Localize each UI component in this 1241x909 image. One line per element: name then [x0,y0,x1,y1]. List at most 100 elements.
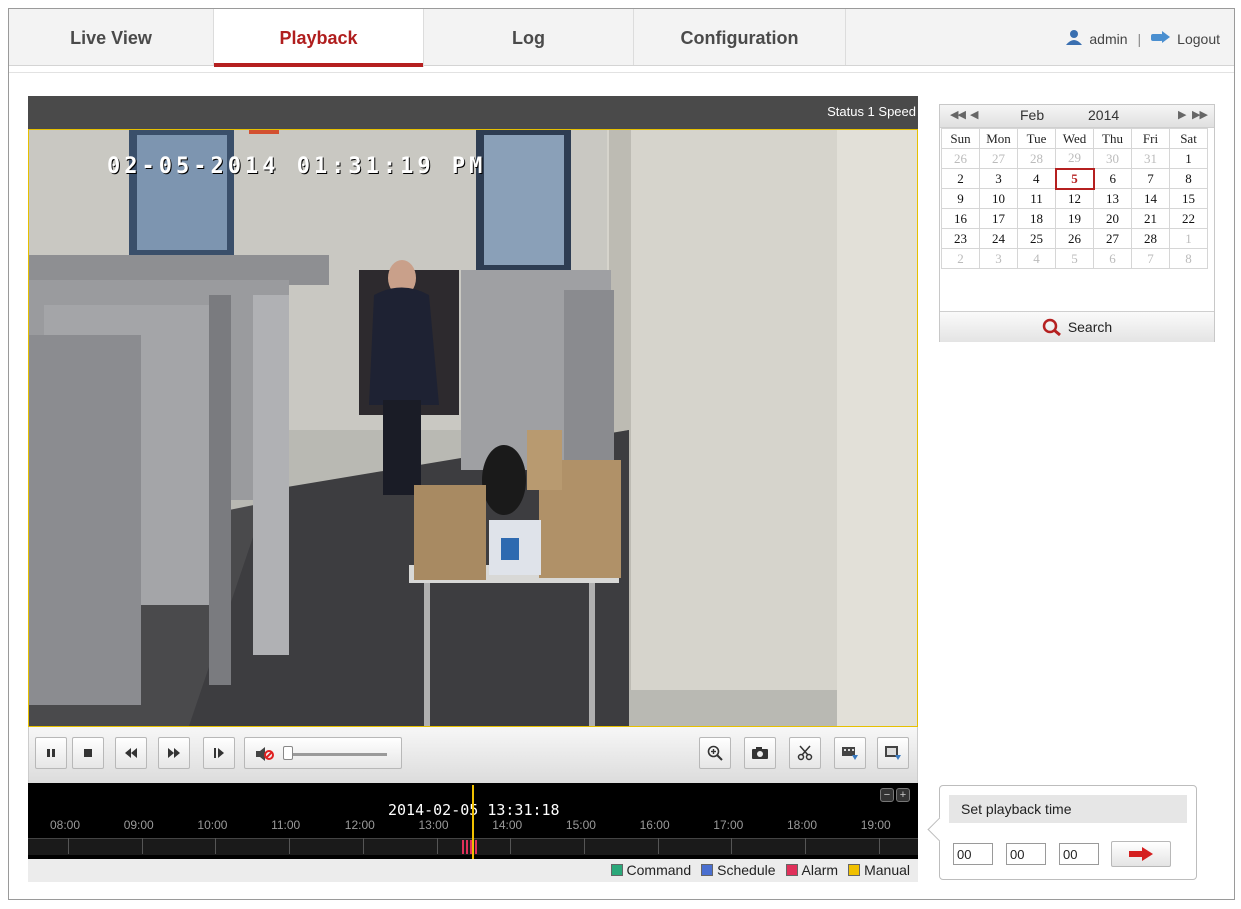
calendar-day[interactable]: 6 [1093,248,1132,269]
prev-month-icon[interactable]: ◀ [970,108,979,121]
calendar-day[interactable]: 20 [1093,208,1132,229]
pause-button[interactable] [35,737,67,769]
calendar-day[interactable]: 9 [941,188,980,209]
calendar-day[interactable]: 24 [979,228,1018,249]
calendar-grid: Sun Mon Tue Wed Thu Fri Sat 26 27 28 29 30 31 1 2 3 4 5 6 7… [941,128,1208,269]
calendar-day[interactable]: 30 [1093,148,1132,169]
single-frame-button[interactable] [203,737,235,769]
capture-button[interactable] [744,737,776,769]
calendar-day[interactable]: 1 [1169,148,1208,169]
calendar-day[interactable]: 4 [1017,168,1056,189]
search-button[interactable]: Search [940,311,1214,342]
weekday-header: Sun [941,128,980,149]
slow-forward-icon [125,748,137,758]
timeline-hour-label: 11:00 [271,818,301,832]
weekday-row: Sun Mon Tue Wed Thu Fri Sat [941,128,1208,149]
calendar-day[interactable]: 17 [979,208,1018,229]
zoom-in-icon[interactable]: + [896,788,910,802]
calendar-day[interactable]: 12 [1055,188,1094,209]
calendar-day[interactable]: 16 [941,208,980,229]
timeline-tick [68,838,69,854]
calendar-day[interactable]: 3 [979,168,1018,189]
calendar-day[interactable]: 7 [1131,168,1170,189]
capture-icon [752,747,768,759]
calendar-day[interactable]: 2 [941,168,980,189]
digital-zoom-button[interactable] [699,737,731,769]
tab-configuration[interactable]: Configuration [634,9,846,65]
header-divider [9,72,1234,73]
next-month-icon[interactable]: ▶ [1178,108,1187,121]
fast-forward-button[interactable] [158,737,190,769]
stop-icon [84,749,92,757]
calendar-day[interactable]: 4 [1017,248,1056,269]
volume-slider-handle[interactable] [283,746,293,760]
calendar-day[interactable]: 1 [1169,228,1208,249]
volume-control[interactable] [244,737,402,769]
tab-log[interactable]: Log [424,9,634,65]
clip-button[interactable] [789,737,821,769]
arrow-right-icon [1129,847,1153,861]
stop-button[interactable] [72,737,104,769]
slow-forward-button[interactable] [115,737,147,769]
osd-timestamp: 02-05-2014 01:31:19 PM [107,154,487,179]
calendar-day[interactable]: 27 [1093,228,1132,249]
pause-icon [47,749,55,757]
calendar-day[interactable]: 14 [1131,188,1170,209]
tab-live-view[interactable]: Live View [9,9,214,65]
prev-year-icon[interactable]: ◀◀ [950,108,966,121]
alarm-record-mark [475,840,477,854]
calendar-day[interactable]: 8 [1169,248,1208,269]
calendar-day[interactable]: 21 [1131,208,1170,229]
calendar-day[interactable]: 29 [1055,148,1094,169]
calendar-day[interactable]: 25 [1017,228,1056,249]
calendar-day[interactable]: 18 [1017,208,1056,229]
calendar-day[interactable]: 31 [1131,148,1170,169]
single-frame-icon [214,748,224,758]
download-picture-button[interactable] [877,737,909,769]
calendar-day[interactable]: 2 [941,248,980,269]
week-row: 26 27 28 29 30 31 1 [941,148,1208,169]
go-button[interactable] [1111,841,1171,867]
hour-input[interactable] [953,843,993,865]
logout-link[interactable]: Logout [1177,31,1220,47]
calendar-day[interactable]: 10 [979,188,1018,209]
video-header: Status 1 Speed [28,96,918,129]
calendar-day[interactable]: 5 [1055,248,1094,269]
calendar-day[interactable]: 26 [1055,228,1094,249]
calendar-day[interactable]: 6 [1093,168,1132,189]
download-button[interactable] [834,737,866,769]
calendar-day[interactable]: 27 [979,148,1018,169]
legend-schedule: Schedule [701,862,776,878]
tab-playback[interactable]: Playback [214,9,424,67]
next-year-icon[interactable]: ▶▶ [1192,108,1208,121]
calendar-day[interactable]: 13 [1093,188,1132,209]
logout-icon[interactable] [1151,30,1171,47]
playback-timeline[interactable]: − + 2014-02-05 13:31:18 08:00 09:00 10:00 1… [28,783,918,859]
calendar-day[interactable]: 22 [1169,208,1208,229]
video-player[interactable]: 02-05-2014 01:31:19 PM [28,129,918,727]
calendar-month[interactable]: Feb [1020,107,1044,123]
calendar-day[interactable]: 15 [1169,188,1208,209]
weekday-header: Fri [1131,128,1170,149]
separator: | [1137,30,1142,47]
timeline-cursor[interactable] [472,785,474,859]
calendar-day[interactable]: 5 [1054,167,1095,190]
minute-input[interactable] [1006,843,1046,865]
calendar-day[interactable]: 28 [1017,148,1056,169]
playback-control-bar [28,727,918,783]
calendar-day[interactable]: 23 [941,228,980,249]
zoom-out-icon[interactable]: − [880,788,894,802]
second-input[interactable] [1059,843,1099,865]
calendar-day[interactable]: 28 [1131,228,1170,249]
timeline-tick [436,838,438,854]
timeline-hour-label: 08:00 [50,818,81,832]
volume-slider-track[interactable] [287,753,387,756]
calendar-day[interactable]: 26 [941,148,980,169]
calendar-day[interactable]: 11 [1017,188,1056,209]
calendar-day[interactable]: 3 [979,248,1018,269]
calendar-day[interactable]: 8 [1169,168,1208,189]
calendar-day[interactable]: 19 [1055,208,1094,229]
calendar-day[interactable]: 7 [1131,248,1170,269]
mute-icon[interactable] [255,746,275,765]
calendar-year[interactable]: 2014 [1088,107,1119,123]
